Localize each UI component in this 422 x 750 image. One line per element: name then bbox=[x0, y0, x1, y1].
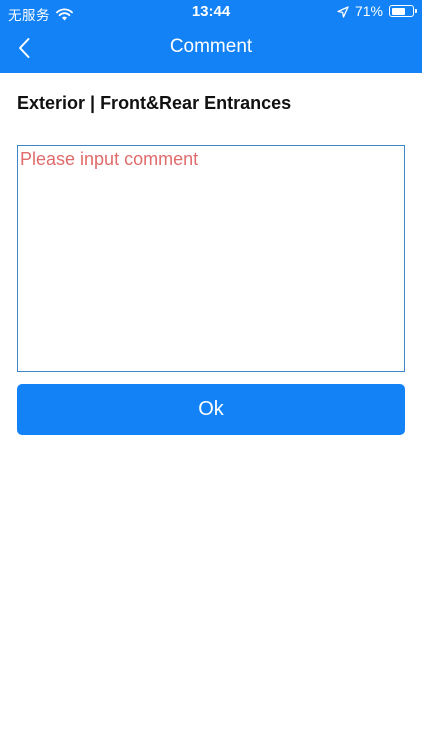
ok-button[interactable]: Ok bbox=[17, 384, 405, 435]
header: 无服务 13:44 71% Comment bbox=[0, 0, 422, 73]
location-arrow-icon bbox=[337, 5, 349, 18]
comment-input[interactable] bbox=[18, 146, 404, 371]
battery-percent: 71% bbox=[354, 3, 383, 19]
comment-screen: 无服务 13:44 71% Comment Exterior | Front&R… bbox=[0, 0, 422, 750]
battery-fill bbox=[391, 7, 405, 15]
chevron-left-icon bbox=[19, 38, 30, 58]
battery-nub bbox=[415, 9, 417, 13]
battery-icon bbox=[389, 5, 417, 17]
nav-bar: Comment bbox=[0, 24, 422, 73]
section-title: Exterior | Front&Rear Entrances bbox=[17, 93, 292, 113]
comment-box bbox=[17, 145, 405, 372]
status-indicators: 71% bbox=[337, 3, 417, 19]
page-title: Comment bbox=[169, 36, 253, 57]
status-bar: 无服务 13:44 71% bbox=[0, 0, 422, 24]
back-button[interactable] bbox=[8, 32, 40, 64]
